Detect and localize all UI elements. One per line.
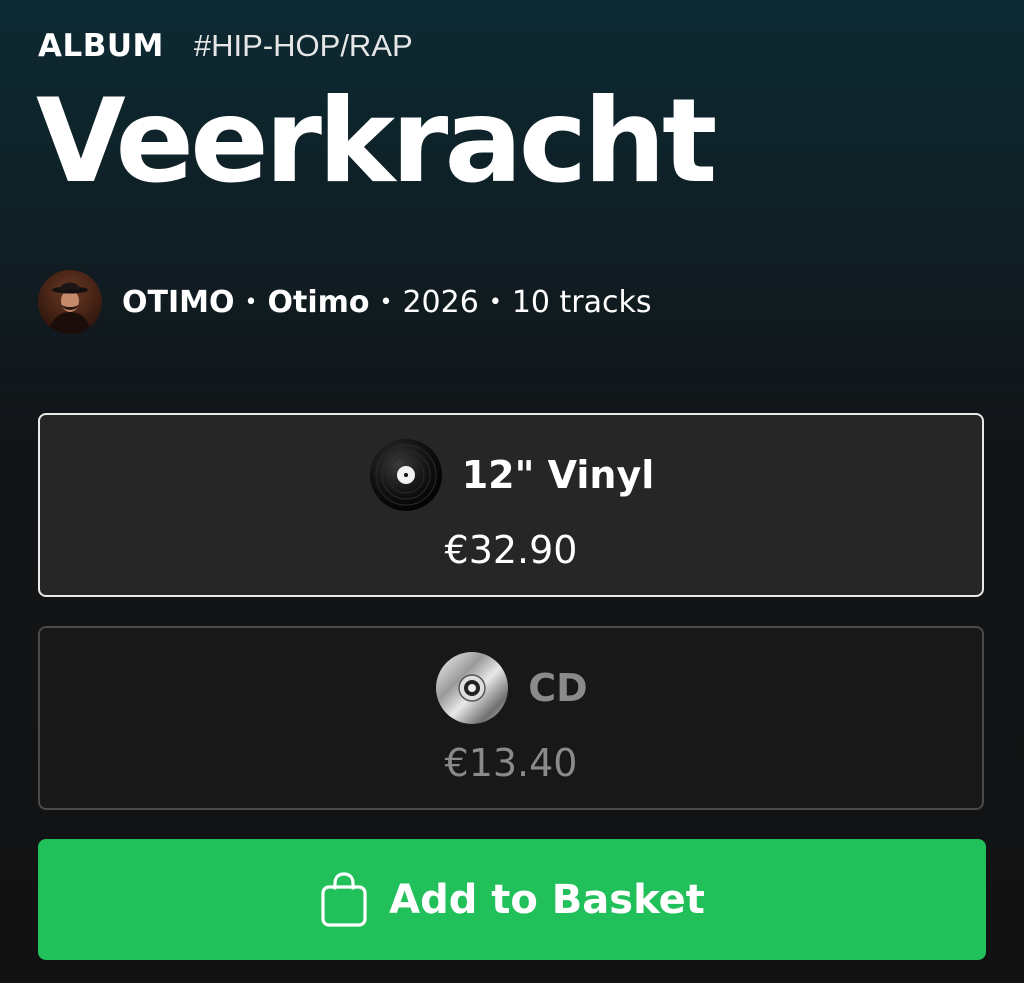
format-price-row: €32.90 bbox=[40, 525, 982, 575]
track-count: 10 tracks bbox=[511, 284, 652, 320]
release-year: 2026 bbox=[402, 284, 479, 320]
release-type-label: ALBUM bbox=[38, 28, 164, 64]
genre-tag[interactable]: #HIP-HOP/RAP bbox=[194, 28, 413, 64]
album-meta: OTIMO • Otimo • 2026 • 10 tracks bbox=[38, 270, 652, 334]
artist-name[interactable]: Otimo bbox=[267, 285, 369, 320]
vinyl-record-icon bbox=[369, 439, 442, 511]
format-price-row: €13.40 bbox=[40, 738, 982, 788]
separator-dot: • bbox=[379, 289, 393, 315]
artist-name-upper[interactable]: OTIMO bbox=[122, 285, 235, 320]
album-header: ALBUM #HIP-HOP/RAP bbox=[38, 26, 413, 66]
separator-dot: • bbox=[244, 289, 258, 315]
format-option-vinyl[interactable]: 12" Vinyl €32.90 bbox=[38, 413, 984, 597]
format-title-row: 12" Vinyl bbox=[40, 437, 982, 513]
artist-photo bbox=[38, 270, 102, 334]
format-title-row: CD bbox=[40, 650, 982, 726]
format-option-cd[interactable]: CD €13.40 bbox=[38, 626, 984, 810]
add-to-basket-button[interactable]: Add to Basket bbox=[38, 839, 986, 960]
format-price: €32.90 bbox=[444, 528, 578, 572]
artist-avatar[interactable] bbox=[38, 270, 102, 334]
separator-dot: • bbox=[488, 289, 502, 315]
shopping-bag-icon bbox=[321, 871, 367, 927]
meta-line: OTIMO • Otimo • 2026 • 10 tracks bbox=[122, 285, 652, 320]
format-name: CD bbox=[528, 666, 588, 710]
add-to-basket-label: Add to Basket bbox=[389, 876, 705, 923]
format-price: €13.40 bbox=[444, 741, 578, 785]
compact-disc-icon bbox=[436, 652, 509, 724]
format-name: 12" Vinyl bbox=[461, 453, 655, 497]
album-title: Veerkracht bbox=[36, 74, 717, 209]
